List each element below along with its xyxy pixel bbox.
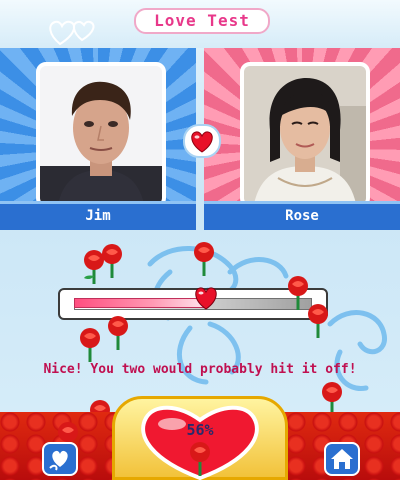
home-icon [331,449,353,469]
rose-icon [322,382,342,416]
percent-label: 56% [186,421,214,439]
rose-icon [194,242,214,276]
home-button[interactable] [324,442,360,476]
woman-portrait-image [244,66,366,204]
name-label-left: Jim [0,201,196,230]
meter-fill [74,298,206,308]
man-portrait-image [40,66,162,204]
rose-icon [108,316,128,350]
person-panel-right: Rose [204,48,400,230]
name-label-right: Rose [204,201,400,230]
rose-icon [190,442,210,476]
heart-icon [191,131,213,153]
rose-icon [308,304,328,338]
rose-icon [102,244,122,278]
page-title: Love Test [134,8,270,34]
match-heart-badge [183,124,221,158]
photo-left [36,62,166,208]
photo-right [240,62,370,208]
meter-heart-icon [195,287,217,310]
rose-icon [80,328,100,362]
person-panel-left: Jim [0,48,196,230]
title-bar: Love Test [0,0,400,48]
result-message: Nice! You two would probably hit it off! [43,362,357,377]
heart-swirl-icon [49,450,68,471]
back-button[interactable] [42,442,78,476]
outline-hearts-icon [49,20,95,46]
love-test-screen: Love Test Jim Rose Nice! You two would p… [0,0,400,480]
